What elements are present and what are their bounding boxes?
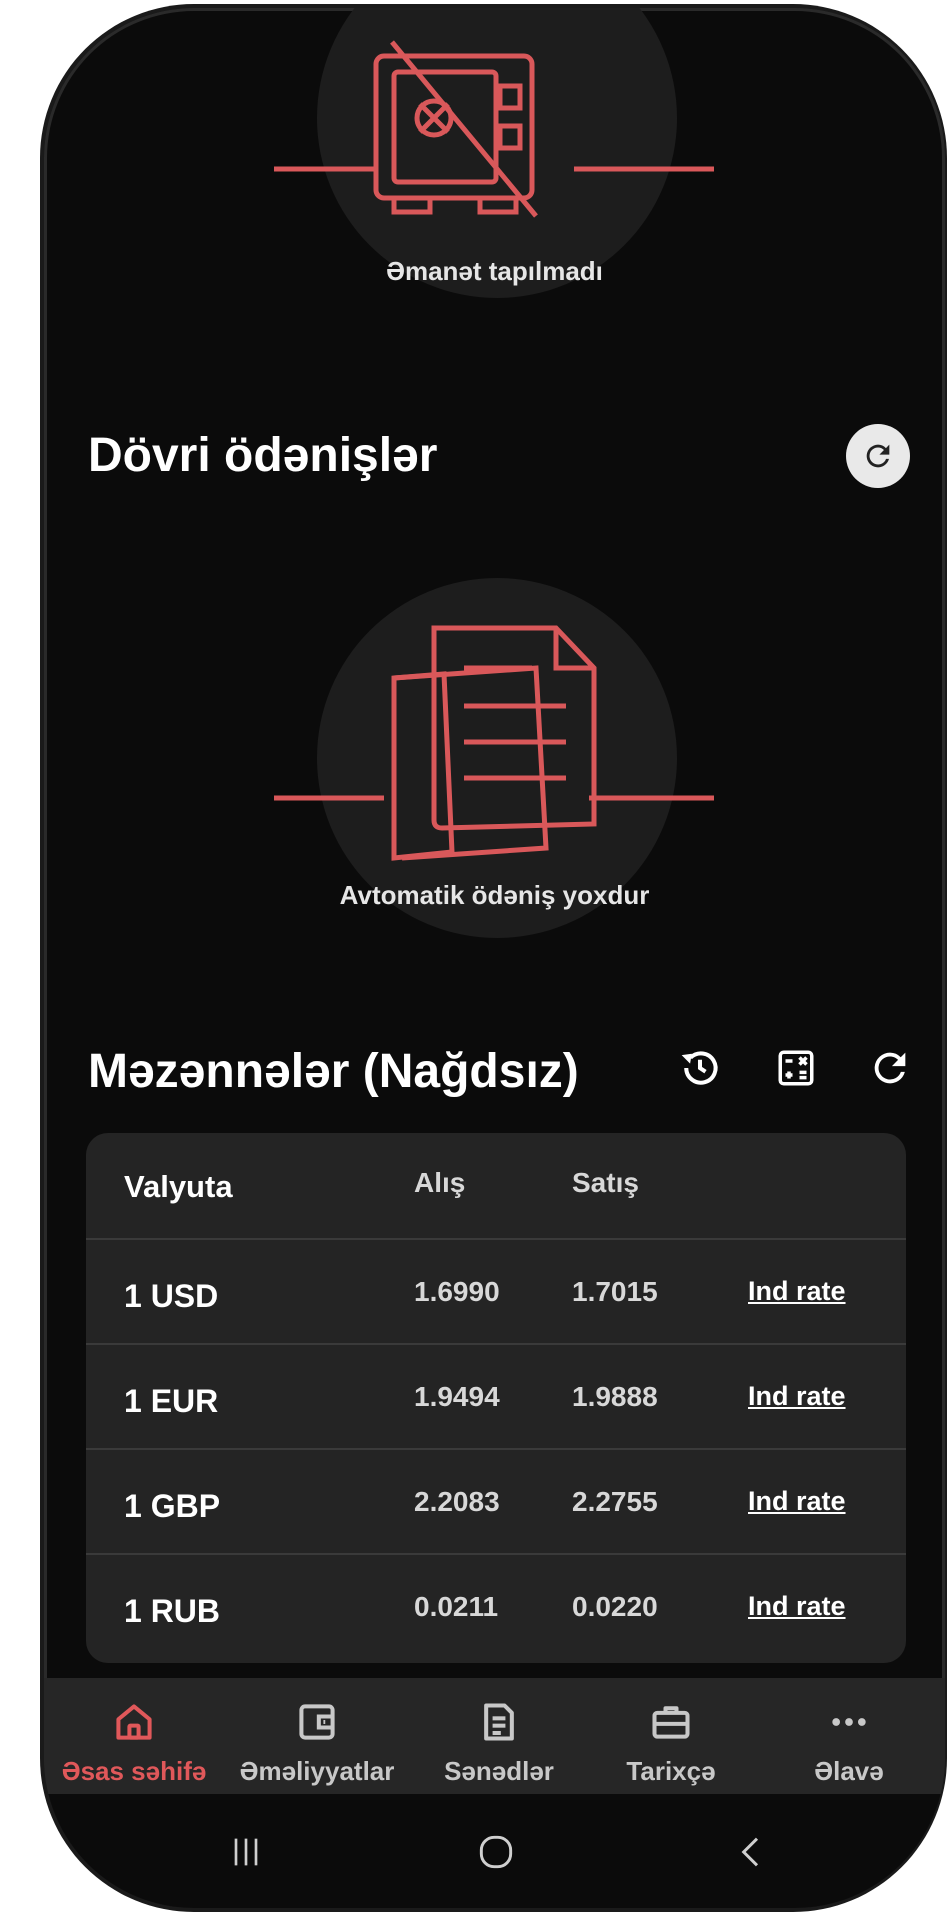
system-navigation-bar	[44, 1794, 945, 1908]
tab-home[interactable]: Əsas səhifə	[48, 1678, 220, 1794]
tab-label: Sənədlər	[444, 1756, 554, 1786]
safe-empty-icon	[274, 40, 714, 218]
recurring-payments-title: Dövri ödənişlər	[88, 429, 438, 482]
column-header-buy: Alış	[414, 1167, 466, 1198]
tab-documents[interactable]: Sənədlər	[424, 1678, 574, 1794]
briefcase-icon	[652, 1706, 690, 1739]
buy-rate-cell: 2.2083	[414, 1486, 500, 1517]
recurring-refresh-button[interactable]	[846, 424, 910, 488]
buy-rate-cell: 1.9494	[414, 1381, 500, 1412]
bottom-tab-bar: Əsas səhifə Əməliyyatlar Sənədlər Tarixç…	[44, 1678, 945, 1794]
table-row: 1 EUR 1.9494 1.9888 Ind rate	[86, 1343, 906, 1450]
more-icon	[832, 1718, 866, 1726]
home-button[interactable]	[466, 1824, 526, 1880]
wallet-icon	[299, 1704, 335, 1740]
tab-label: Tarixçə	[626, 1756, 716, 1786]
currency-cell: 1 GBP	[124, 1488, 221, 1524]
table-row: 1 GBP 2.2083 2.2755 Ind rate	[86, 1448, 906, 1555]
back-button[interactable]	[722, 1824, 782, 1880]
rates-calculator-button[interactable]	[768, 1040, 824, 1096]
documents-empty-icon	[274, 625, 714, 861]
currency-cell: 1 EUR	[124, 1383, 219, 1419]
recurring-empty-text: Avtomatik ödəniş yoxdur	[339, 880, 650, 910]
currency-cell: 1 RUB	[124, 1593, 221, 1629]
sell-rate-cell: 0.0220	[572, 1591, 658, 1622]
ind-rate-link[interactable]: Ind rate	[748, 1381, 846, 1412]
home-icon	[116, 1704, 152, 1740]
back-icon	[741, 1837, 759, 1867]
phone-screen: Əmanət tapılmadı Dövri ödənişlər Avtomat…	[44, 8, 945, 1908]
calculator-icon	[778, 1050, 814, 1086]
tab-label: Əsas səhifə	[61, 1756, 207, 1786]
tab-label: Əlavə	[814, 1756, 884, 1786]
recent-apps-button[interactable]	[216, 1824, 276, 1880]
tab-history[interactable]: Tarixçə	[596, 1678, 746, 1794]
sell-rate-cell: 1.7015	[572, 1276, 658, 1307]
sell-rate-cell: 1.9888	[572, 1381, 658, 1412]
tab-label: Əməliyyatlar	[239, 1756, 395, 1786]
sell-rate-cell: 2.2755	[572, 1486, 658, 1517]
rates-refresh-button[interactable]	[862, 1040, 918, 1096]
deposits-empty-text: Əmanət tapılmadı	[386, 256, 603, 286]
rates-header-row: Valyuta Alış Satış	[86, 1133, 906, 1238]
buy-rate-cell: 0.0211	[414, 1591, 499, 1622]
table-row: 1 USD 1.6990 1.7015 Ind rate	[86, 1238, 906, 1345]
tab-more[interactable]: Əlavə	[774, 1678, 924, 1794]
refresh-icon	[874, 1052, 906, 1084]
document-icon	[484, 1703, 514, 1741]
history-icon	[681, 1051, 718, 1085]
refresh-icon	[866, 444, 890, 468]
table-row: 1 RUB 0.0211 0.0220 Ind rate	[86, 1553, 906, 1660]
rates-table: Valyuta Alış Satış 1 USD 1.6990 1.7015 I…	[86, 1133, 906, 1663]
currency-cell: 1 USD	[124, 1278, 219, 1314]
ind-rate-link[interactable]: Ind rate	[748, 1486, 846, 1517]
rates-history-button[interactable]	[672, 1040, 728, 1096]
rates-title: Məzənnələr (Nağdsız)	[88, 1045, 579, 1098]
column-header-currency: Valyuta	[124, 1169, 233, 1204]
ind-rate-link[interactable]: Ind rate	[748, 1276, 846, 1307]
tab-operations[interactable]: Əməliyyatlar	[222, 1678, 412, 1794]
ind-rate-link[interactable]: Ind rate	[748, 1591, 846, 1622]
buy-rate-cell: 1.6990	[414, 1276, 500, 1307]
column-header-sell: Satış	[572, 1167, 639, 1198]
recent-apps-icon	[234, 1838, 258, 1866]
home-circle-icon	[479, 1835, 513, 1869]
